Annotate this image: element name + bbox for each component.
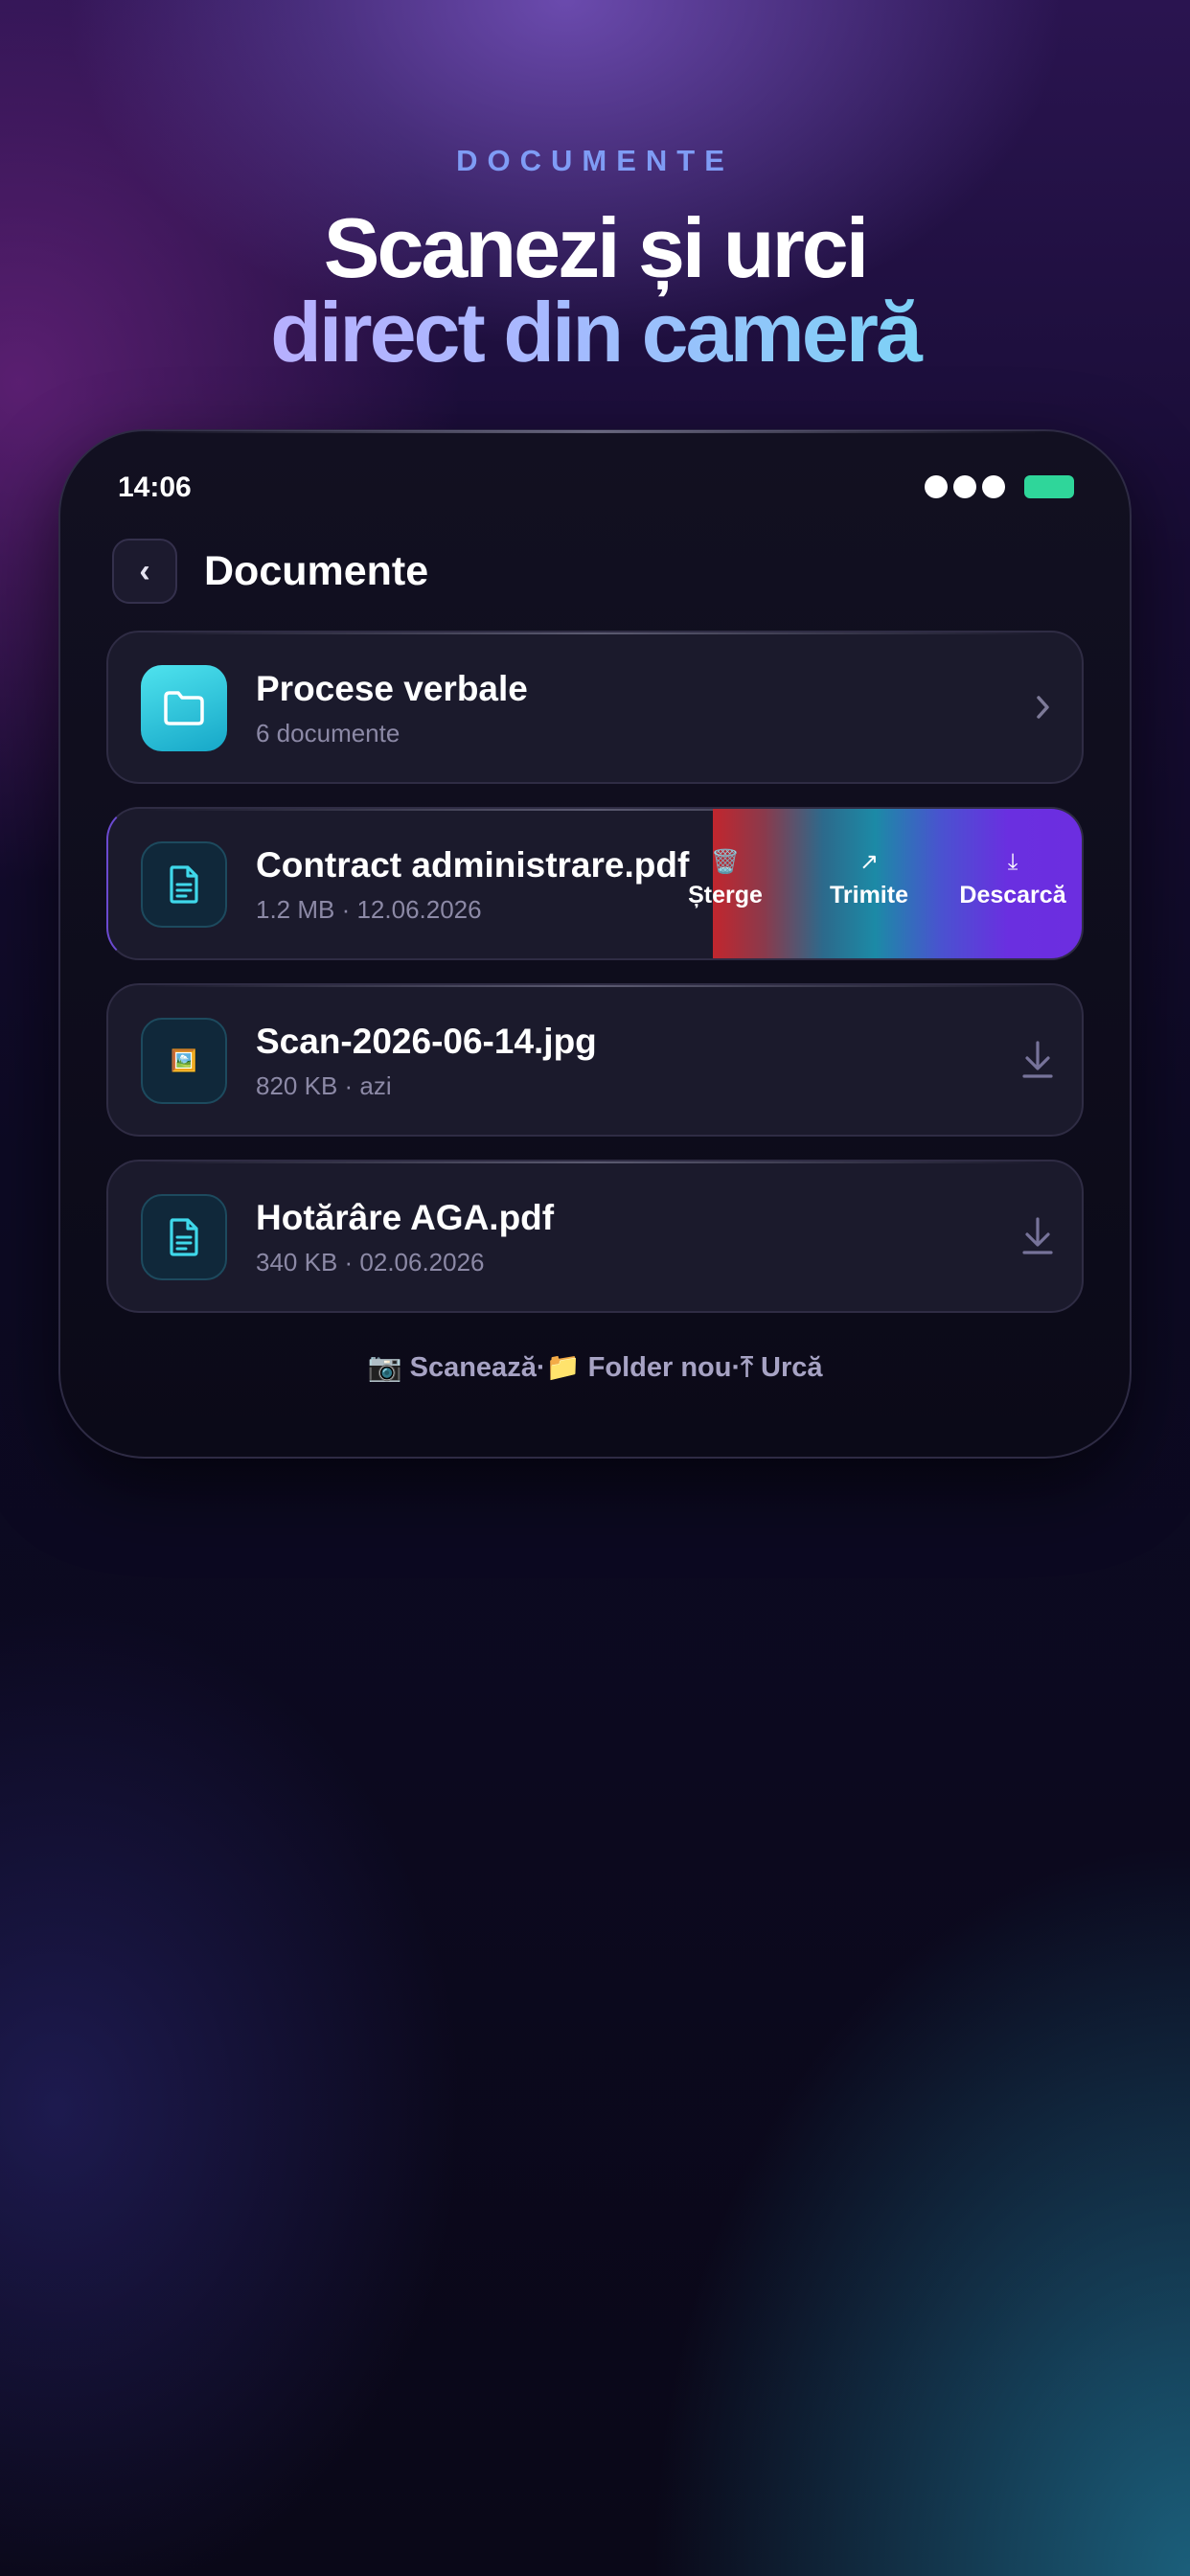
back-chevron-icon: ‹: [139, 552, 150, 589]
trash-icon: 🗑️: [711, 849, 740, 875]
item-subtitle: 1.2 MB · 12.06.2026: [256, 895, 482, 924]
signal-dot-icon: [953, 475, 976, 498]
signal-dot-icon: [982, 475, 1005, 498]
signal-dot-icon: [925, 475, 948, 498]
document-icon: [141, 841, 227, 928]
phone-highlight: [137, 430, 1053, 433]
new-folder-action[interactable]: 📁 Folder nou: [546, 1351, 732, 1384]
list-item-document-swiped[interactable]: Contract administrare.pdf 1.2 MB · 12.06…: [106, 807, 1084, 960]
delete-label: Șterge: [688, 882, 763, 908]
folder-icon: [141, 665, 227, 751]
item-subtitle: 820 KB · azi: [256, 1071, 392, 1100]
image-icon: 🖼️: [141, 1018, 227, 1104]
section-eyebrow: DOCUMENTE: [456, 144, 734, 177]
footer-actions: 📷 Scanează · 📁 Folder nou · ⤒ Urcă: [60, 1351, 1130, 1384]
chevron-right-icon: [1034, 692, 1053, 727]
download-icon[interactable]: [1020, 1215, 1055, 1262]
status-time: 14:06: [118, 472, 192, 503]
scan-action[interactable]: 📷 Scanează: [367, 1351, 536, 1384]
list-item-folder[interactable]: Procese verbale 6 documente: [106, 631, 1084, 784]
list-item-document[interactable]: Hotărâre AGA.pdf 340 KB · 02.06.2026: [106, 1160, 1084, 1313]
download-icon: ⤓: [1007, 849, 1018, 875]
upload-action[interactable]: ⤒ Urcă: [741, 1352, 822, 1384]
item-title: Hotărâre AGA.pdf: [256, 1198, 555, 1237]
phone-frame: 14:06 ‹ Documente Procese verbale 6 docu…: [58, 429, 1132, 1459]
item-title: Scan-2026-06-14.jpg: [256, 1022, 597, 1061]
download-button[interactable]: ⤓ Descarcă: [941, 849, 1082, 909]
document-icon: [141, 1194, 227, 1280]
separator: ·: [731, 1352, 742, 1383]
headline-line-1: Scanezi și urci: [323, 200, 869, 295]
item-subtitle: 6 documente: [256, 719, 400, 748]
item-title: Procese verbale: [256, 669, 528, 708]
share-button[interactable]: ↗ Trimite: [797, 849, 941, 909]
download-icon[interactable]: [1020, 1039, 1055, 1086]
page-title: Documente: [204, 548, 429, 594]
delete-button[interactable]: 🗑️ Șterge: [653, 849, 797, 909]
list-item-image[interactable]: 🖼️ Scan-2026-06-14.jpg 820 KB · azi: [106, 983, 1084, 1137]
download-label: Descarcă: [959, 882, 1066, 908]
separator: ·: [536, 1352, 546, 1383]
item-subtitle: 340 KB · 02.06.2026: [256, 1248, 485, 1276]
item-title: Contract administrare.pdf: [256, 845, 690, 885]
battery-icon: [1024, 475, 1074, 498]
back-button[interactable]: ‹: [112, 539, 177, 604]
status-indicators: [925, 475, 1074, 498]
share-label: Trimite: [830, 882, 908, 908]
headline-line-2: direct din cameră: [0, 284, 1190, 381]
swipe-actions: 🗑️ Șterge ↗ Trimite ⤓ Descarcă: [688, 809, 1082, 958]
share-arrow-icon: ↗: [858, 849, 880, 875]
